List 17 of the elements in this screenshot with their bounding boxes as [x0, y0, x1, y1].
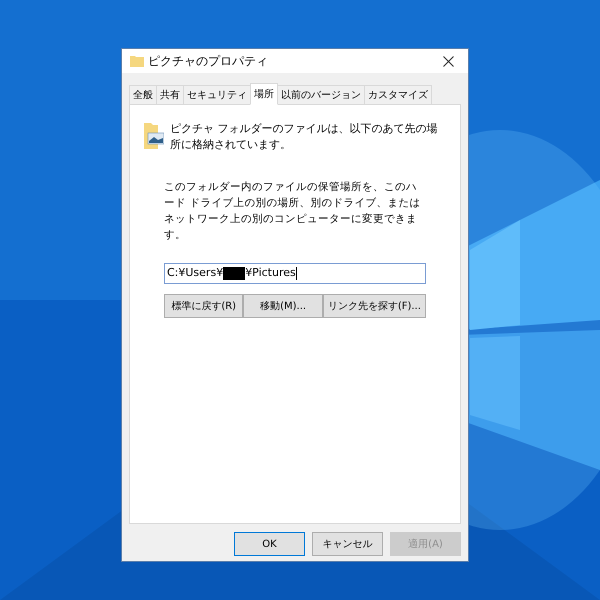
dialog-button[interactable]: OK [234, 532, 305, 556]
location-heading: ピクチャ フォルダーのファイルは、以下のあて先の場所に格納されています。 [170, 121, 438, 153]
close-icon [442, 56, 454, 66]
dialog-button[interactable]: リンク先を探す(F)... [322, 294, 426, 318]
path-field[interactable]: C:¥Users¥ ¥Pictures [164, 263, 426, 284]
description-text: このフォルダー内のファイルの保管場所を、このハード ドライブ上の別の場所、別のドライブ、またはネットワーク上の別のコンピューターに変更できます。 [163, 180, 422, 243]
window-title: ピクチャのプロパティ [148, 53, 269, 70]
folder-picture-icon [144, 121, 164, 151]
dialog-button[interactable]: 標準に戻す(R) [164, 294, 244, 318]
path-text: ¥Pictures [245, 265, 296, 282]
folder-icon [130, 55, 144, 67]
tab[interactable]: 場所 [250, 83, 278, 105]
path-text: C:¥Users¥ [167, 265, 224, 282]
dialog-button[interactable]: キャンセル [312, 532, 383, 556]
tab[interactable]: カスタマイズ [364, 85, 432, 105]
dialog-button[interactable]: 移動(M)... [243, 294, 323, 318]
tab[interactable]: 全般 [129, 85, 157, 105]
